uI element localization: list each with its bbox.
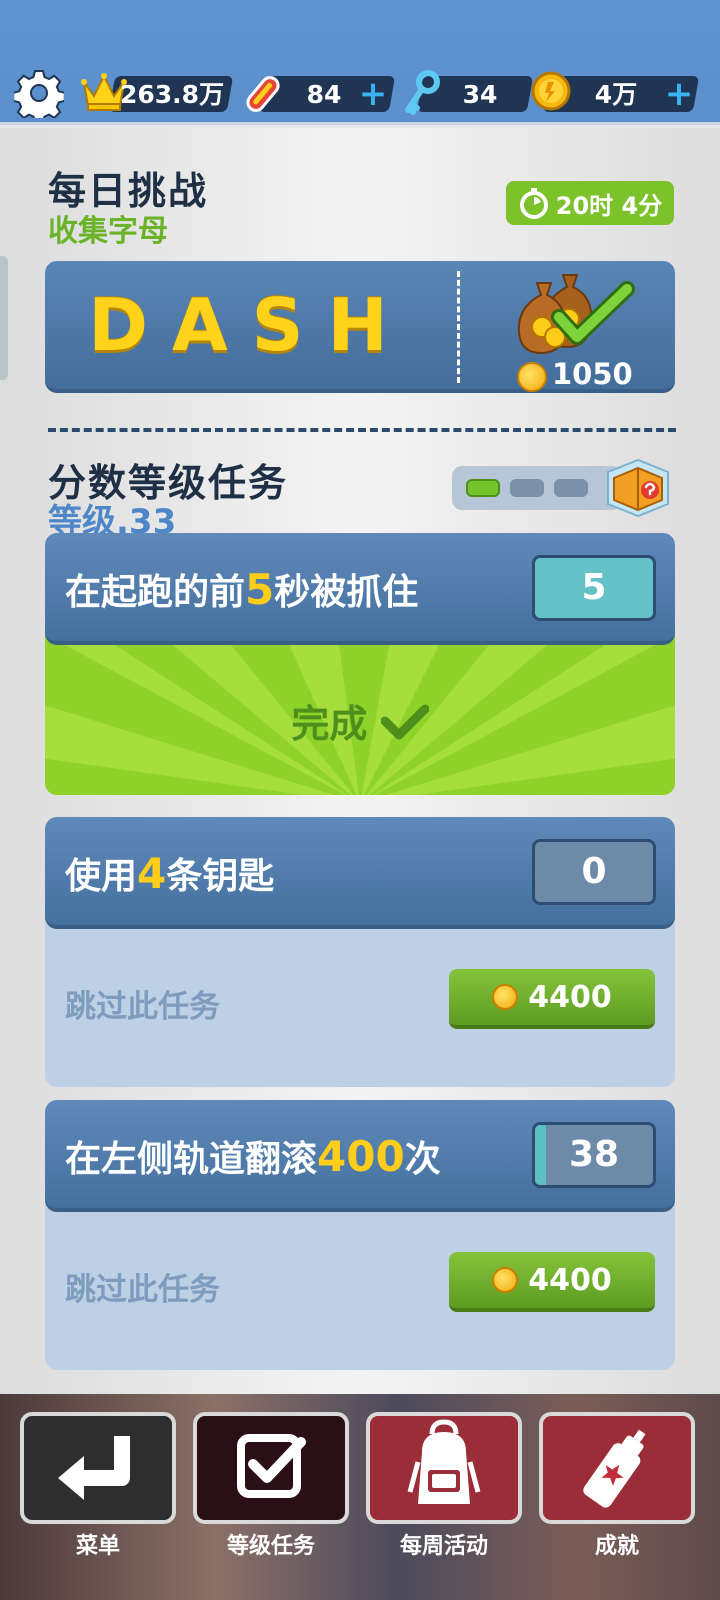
coin-count: 4万 bbox=[594, 80, 638, 109]
mission-text-2: 使用4条钥匙 bbox=[65, 849, 275, 898]
key-icon bbox=[405, 70, 440, 115]
mission-text-1: 在起跑的前5秒被抓住 bbox=[65, 565, 419, 614]
bottom-nav: 菜单 等级任务 每周活动 成就 bbox=[0, 1394, 720, 1600]
backpack-icon bbox=[407, 1419, 481, 1504]
skip-mission-button[interactable]: 4400 bbox=[449, 1252, 655, 1312]
achievements-label: 成就 bbox=[594, 1534, 639, 1559]
timer-value: 20时 4分 bbox=[555, 191, 663, 220]
mission-card-3: 跳过此任务 4400 在左侧轨道翻滚400次 38 bbox=[45, 1100, 675, 1370]
daily-challenge-subtitle: 收集字母 bbox=[48, 214, 168, 249]
side-tab[interactable] bbox=[0, 256, 8, 380]
skip-mission-label: 跳过此任务 bbox=[65, 1272, 220, 1308]
mission-text-3: 在左侧轨道翻滚400次 bbox=[65, 1132, 441, 1181]
mission-set-progress bbox=[452, 466, 622, 510]
skip-mission-label: 跳过此任务 bbox=[65, 989, 220, 1025]
coin-icon bbox=[531, 71, 571, 111]
progress-segment-3 bbox=[554, 479, 588, 497]
daily-letters-card: DASH 1050 bbox=[45, 261, 675, 393]
daily-timer: 20时 4分 bbox=[506, 181, 674, 225]
score-value: 263.8万 bbox=[120, 80, 225, 109]
money-bags-check-icon bbox=[517, 274, 635, 355]
section-divider bbox=[48, 428, 676, 432]
settings-gear-icon[interactable] bbox=[14, 68, 64, 118]
level-missions-label: 等级任务 bbox=[226, 1534, 315, 1559]
mission-body-2: 跳过此任务 4400 bbox=[45, 917, 675, 1087]
achievements-button[interactable] bbox=[539, 1412, 695, 1524]
back-arrow-icon bbox=[58, 1436, 130, 1500]
menu-label: 菜单 bbox=[75, 1534, 120, 1559]
daily-reward-value: 1050 bbox=[552, 357, 633, 391]
spray-can-icon bbox=[583, 1429, 646, 1508]
checkbox-icon bbox=[237, 1434, 306, 1498]
add-coins-button[interactable]: + bbox=[664, 77, 694, 111]
mission-counter-3: 38 bbox=[532, 1122, 656, 1188]
card-divider bbox=[457, 271, 460, 383]
hoverboard-count: 84 bbox=[306, 80, 342, 109]
progress-segment-1 bbox=[466, 479, 500, 497]
progress-segment-2 bbox=[510, 479, 544, 497]
mission-body-3: 跳过此任务 4400 bbox=[45, 1200, 675, 1370]
stopwatch-icon bbox=[519, 188, 548, 219]
mystery-box-icon[interactable] bbox=[602, 454, 672, 520]
level-missions-button[interactable] bbox=[193, 1412, 349, 1524]
hoverboard-icon bbox=[246, 76, 280, 112]
skip-mission-button[interactable]: 4400 bbox=[449, 969, 655, 1029]
mission-card-2: 跳过此任务 4400 使用4条钥匙 0 bbox=[45, 817, 675, 1087]
mission-header-2: 使用4条钥匙 0 bbox=[45, 817, 675, 929]
daily-word: DASH bbox=[88, 283, 412, 367]
menu-button[interactable] bbox=[20, 1412, 176, 1524]
mission-counter-1: 5 bbox=[532, 555, 656, 621]
mission-complete-label: 完成 bbox=[45, 693, 675, 748]
mission-header-1: 在起跑的前5秒被抓住 5 bbox=[45, 533, 675, 645]
reward-coin-icon bbox=[517, 362, 547, 392]
mission-progress-fill bbox=[535, 1125, 547, 1185]
weekly-events-button[interactable] bbox=[366, 1412, 522, 1524]
coin-icon bbox=[492, 1267, 519, 1293]
add-hoverboards-button[interactable]: + bbox=[358, 77, 388, 111]
mission-complete-panel: 完成 bbox=[45, 633, 675, 795]
mission-header-3: 在左侧轨道翻滚400次 38 bbox=[45, 1100, 675, 1212]
mission-card-1: 完成 在起跑的前5秒被抓住 5 bbox=[45, 533, 675, 803]
mission-counter-2: 0 bbox=[532, 839, 656, 905]
weekly-events-label: 每周活动 bbox=[399, 1534, 488, 1559]
top-bar: 263.8万 84 + 34 4万 + bbox=[0, 0, 720, 125]
coin-icon bbox=[492, 984, 519, 1010]
check-icon bbox=[380, 704, 430, 740]
key-count: 34 bbox=[462, 80, 498, 109]
